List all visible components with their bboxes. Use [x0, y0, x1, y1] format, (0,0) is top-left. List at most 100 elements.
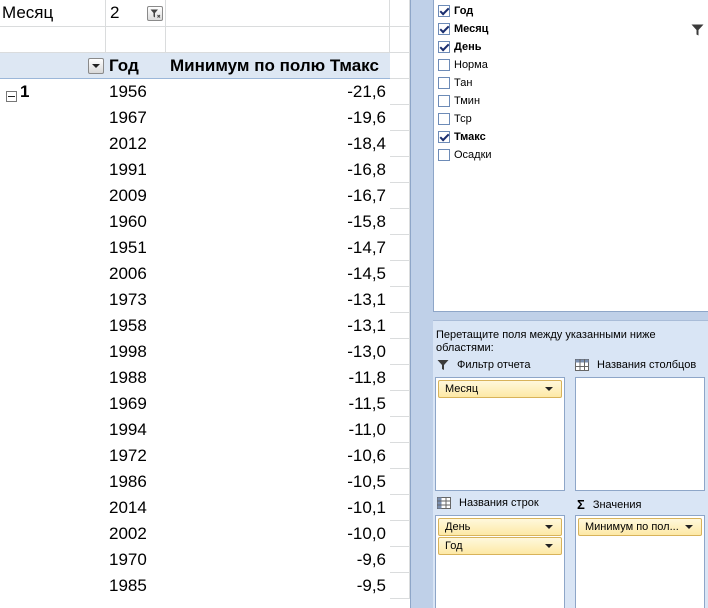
value-cell[interactable]: -10,1 — [166, 495, 390, 521]
year-cell[interactable]: 1970 — [106, 547, 166, 573]
empty-cell[interactable] — [390, 365, 410, 391]
empty-cell[interactable] — [390, 105, 410, 131]
group-label-cell[interactable] — [0, 313, 106, 339]
group-label-cell[interactable] — [0, 157, 106, 183]
empty-cell[interactable] — [390, 547, 410, 573]
year-cell[interactable]: 1991 — [106, 157, 166, 183]
field-item[interactable]: Норма — [438, 56, 488, 74]
group-label-cell[interactable] — [0, 469, 106, 495]
year-cell[interactable]: 1960 — [106, 209, 166, 235]
group-label-cell[interactable] — [0, 391, 106, 417]
field-checkbox[interactable] — [438, 113, 450, 125]
value-cell[interactable]: -14,5 — [166, 261, 390, 287]
empty-cell[interactable] — [166, 27, 390, 53]
field-checkbox[interactable] — [438, 131, 450, 143]
value-cell[interactable]: -13,1 — [166, 287, 390, 313]
year-cell[interactable]: 1958 — [106, 313, 166, 339]
filter-field-cell[interactable]: Месяц — [0, 0, 106, 27]
group-label-cell[interactable] — [0, 209, 106, 235]
value-cell[interactable]: -21,6 — [166, 79, 390, 105]
value-cell[interactable]: -10,6 — [166, 443, 390, 469]
field-checkbox[interactable] — [438, 77, 450, 89]
report-filter-drop-zone[interactable]: Месяц — [435, 377, 565, 491]
value-cell[interactable]: -13,0 — [166, 339, 390, 365]
value-cell[interactable]: -9,5 — [166, 573, 390, 599]
column-labels-drop-zone[interactable] — [575, 377, 705, 491]
row-labels-dropdown-button[interactable] — [88, 58, 104, 74]
field-item[interactable]: Месяц — [438, 20, 488, 38]
empty-cell[interactable] — [390, 521, 410, 547]
year-cell[interactable]: 1988 — [106, 365, 166, 391]
empty-cell[interactable] — [390, 339, 410, 365]
row-labels-header-cell[interactable] — [0, 53, 106, 79]
year-cell[interactable]: 1998 — [106, 339, 166, 365]
row-chip-year[interactable]: Год — [438, 537, 562, 555]
funnel-icon[interactable] — [691, 23, 704, 41]
year-cell[interactable]: 1994 — [106, 417, 166, 443]
field-checkbox[interactable] — [438, 149, 450, 161]
row-labels-drop-zone[interactable]: День Год — [435, 515, 565, 608]
year-cell[interactable]: 1967 — [106, 105, 166, 131]
year-cell[interactable]: 1985 — [106, 573, 166, 599]
measure-header-cell[interactable]: Минимум по полю Тмакс — [166, 53, 390, 79]
group-label-cell[interactable] — [0, 521, 106, 547]
year-cell[interactable]: 1986 — [106, 469, 166, 495]
empty-cell[interactable] — [390, 131, 410, 157]
empty-cell[interactable] — [390, 183, 410, 209]
year-cell[interactable]: 1972 — [106, 443, 166, 469]
field-item[interactable]: Тср — [438, 110, 472, 128]
row-chip-day[interactable]: День — [438, 518, 562, 536]
field-checkbox[interactable] — [438, 5, 450, 17]
filter-chip-month[interactable]: Месяц — [438, 380, 562, 398]
empty-cell[interactable] — [166, 0, 390, 27]
group-label-cell[interactable] — [0, 287, 106, 313]
group-label-cell[interactable] — [0, 105, 106, 131]
year-cell[interactable]: 2006 — [106, 261, 166, 287]
field-item[interactable]: Год — [438, 2, 473, 20]
year-cell[interactable]: 1956 — [106, 79, 166, 105]
field-checkbox[interactable] — [438, 59, 450, 71]
field-item[interactable]: Тмин — [438, 92, 480, 110]
empty-cell[interactable] — [390, 261, 410, 287]
empty-cell[interactable] — [0, 27, 106, 53]
group-label-cell[interactable] — [0, 339, 106, 365]
value-cell[interactable]: -19,6 — [166, 105, 390, 131]
group-label-cell[interactable]: 1 — [0, 79, 106, 105]
value-cell[interactable]: -16,7 — [166, 183, 390, 209]
value-cell[interactable]: -11,8 — [166, 365, 390, 391]
pane-splitter[interactable] — [433, 312, 708, 320]
group-label-cell[interactable] — [0, 261, 106, 287]
field-checkbox[interactable] — [438, 23, 450, 35]
year-cell[interactable]: 1951 — [106, 235, 166, 261]
value-cell[interactable]: -9,6 — [166, 547, 390, 573]
value-cell[interactable]: -18,4 — [166, 131, 390, 157]
value-cell[interactable]: -16,8 — [166, 157, 390, 183]
values-drop-zone[interactable]: Минимум по пол... — [575, 515, 705, 608]
empty-cell[interactable] — [390, 391, 410, 417]
year-header-cell[interactable]: Год — [106, 53, 166, 79]
value-cell[interactable]: -11,5 — [166, 391, 390, 417]
empty-cell[interactable] — [390, 0, 410, 27]
empty-cell[interactable] — [390, 157, 410, 183]
field-item[interactable]: Тан — [438, 74, 472, 92]
year-cell[interactable]: 2014 — [106, 495, 166, 521]
empty-cell[interactable] — [390, 417, 410, 443]
group-label-cell[interactable] — [0, 235, 106, 261]
filter-value-cell[interactable]: 2 — [106, 0, 166, 27]
empty-cell[interactable] — [390, 79, 410, 105]
field-item[interactable]: Тмакс — [438, 128, 486, 146]
value-cell[interactable]: -11,0 — [166, 417, 390, 443]
field-checkbox[interactable] — [438, 95, 450, 107]
empty-cell[interactable] — [390, 573, 410, 599]
group-label-cell[interactable] — [0, 443, 106, 469]
value-cell[interactable]: -15,8 — [166, 209, 390, 235]
field-checkbox[interactable] — [438, 41, 450, 53]
value-cell[interactable]: -14,7 — [166, 235, 390, 261]
value-cell[interactable]: -10,0 — [166, 521, 390, 547]
empty-cell[interactable] — [106, 27, 166, 53]
year-cell[interactable]: 2002 — [106, 521, 166, 547]
group-label-cell[interactable] — [0, 495, 106, 521]
value-cell[interactable]: -13,1 — [166, 313, 390, 339]
group-label-cell[interactable] — [0, 365, 106, 391]
empty-cell[interactable] — [390, 53, 410, 79]
